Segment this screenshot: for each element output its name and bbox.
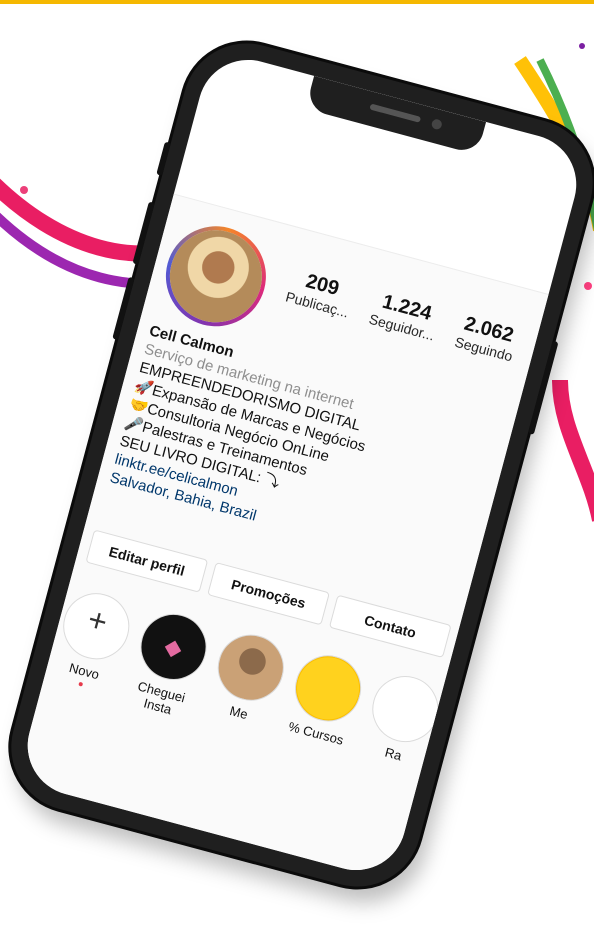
contact-button[interactable]: Contato <box>328 594 452 659</box>
stat-posts[interactable]: 209 Publicaç... <box>279 266 357 341</box>
plus-icon <box>55 585 137 667</box>
highlight-partial[interactable]: Ra <box>356 668 446 785</box>
highlight-me[interactable]: Me <box>201 627 292 743</box>
highlight-cursos[interactable]: % Cursos <box>278 647 369 764</box>
highlight-cheguei-insta[interactable]: Cheguei Insta <box>124 606 214 723</box>
edit-profile-button[interactable]: Editar perfil <box>85 529 209 593</box>
promotions-button[interactable]: Promoções <box>207 562 330 626</box>
partial-icon <box>364 668 446 750</box>
dark-logo-icon <box>133 606 214 688</box>
emoji-icon <box>287 647 369 729</box>
stat-followers[interactable]: 1.224 Seguidor... <box>362 289 442 364</box>
speaker-icon <box>369 103 422 123</box>
camera-icon <box>430 118 443 131</box>
highlight-new[interactable]: Novo <box>47 585 137 702</box>
photo-icon <box>210 627 292 709</box>
down-arrow-icon: ⤵ <box>262 471 282 492</box>
avatar[interactable] <box>154 215 278 338</box>
stat-following[interactable]: 2.062 Seguindo <box>448 311 521 384</box>
notification-dot-icon <box>78 681 84 687</box>
avatar-photo <box>159 219 273 333</box>
